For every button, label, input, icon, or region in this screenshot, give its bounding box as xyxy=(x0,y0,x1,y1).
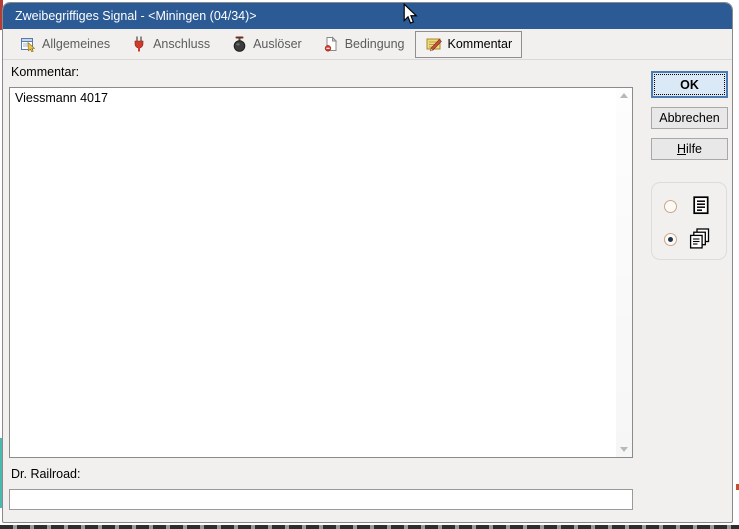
help-button-label: ilfe xyxy=(686,142,702,156)
ok-button-label: OK xyxy=(680,78,699,92)
properties-icon xyxy=(19,36,37,52)
multi-page-icon xyxy=(688,227,711,253)
tab-kommentar[interactable]: Kommentar xyxy=(415,31,523,58)
tab-anschluss[interactable]: Anschluss xyxy=(120,31,220,58)
print-scope-group xyxy=(651,182,727,260)
detonator-icon xyxy=(230,36,248,52)
tab-allgemeines[interactable]: Allgemeines xyxy=(9,31,120,58)
background-artifact-bottom xyxy=(0,525,739,529)
tab-label: Kommentar xyxy=(448,37,513,51)
railroad-field-label: Dr. Railroad: xyxy=(11,467,80,481)
tab-bar: Allgemeines Anschluss xyxy=(3,29,732,60)
ok-button[interactable]: OK xyxy=(651,71,728,98)
scroll-down-icon[interactable] xyxy=(620,447,628,452)
window-titlebar[interactable]: Zweibegriffiges Signal - <Miningen (04/3… xyxy=(3,3,732,29)
mouse-cursor xyxy=(401,3,419,28)
plug-icon xyxy=(130,36,148,52)
radio-single-page[interactable] xyxy=(664,200,677,213)
comment-textarea[interactable]: Viessmann 4017 xyxy=(9,87,633,458)
comment-note-icon xyxy=(425,36,443,52)
comment-field-label: Kommentar: xyxy=(11,65,79,79)
tab-ausloeser[interactable]: Auslöser xyxy=(220,31,312,58)
tab-label: Anschluss xyxy=(153,37,210,51)
cancel-button[interactable]: Abbrechen xyxy=(651,107,728,129)
radio-multiple-pages[interactable] xyxy=(664,233,677,246)
signal-properties-dialog: Zweibegriffiges Signal - <Miningen (04/3… xyxy=(2,2,733,523)
condition-document-icon xyxy=(322,36,340,52)
window-title: Zweibegriffiges Signal - <Miningen (04/3… xyxy=(15,9,257,23)
cancel-button-label: Abbrechen xyxy=(659,111,719,125)
vertical-scrollbar[interactable] xyxy=(616,88,632,457)
single-page-icon xyxy=(691,195,711,219)
tab-label: Allgemeines xyxy=(42,37,110,51)
tab-label: Bedingung xyxy=(345,37,405,51)
help-button[interactable]: Hilfe xyxy=(651,138,728,160)
comment-text: Viessmann 4017 xyxy=(10,88,632,108)
help-button-accel: H xyxy=(677,142,686,156)
scroll-up-icon[interactable] xyxy=(620,93,628,98)
tab-label: Auslöser xyxy=(253,37,302,51)
tab-bedingung[interactable]: Bedingung xyxy=(312,31,415,58)
railroad-input[interactable] xyxy=(9,489,633,510)
